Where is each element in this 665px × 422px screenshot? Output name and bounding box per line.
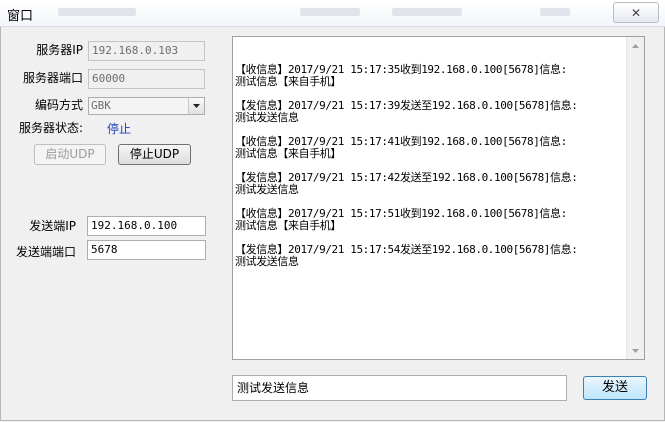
log-message: 【发信息】2017/9/21 15:17:42发送至192.168.0.100[…: [235, 171, 578, 196]
title-bar-blur: [392, 8, 462, 16]
title-bar-blur: [540, 8, 570, 16]
title-bar-blur: [300, 8, 360, 16]
send-port-field[interactable]: 5678: [87, 240, 206, 260]
server-status-label: 服务器状态:: [18, 121, 83, 135]
send-message-input[interactable]: 测试发送信息: [232, 375, 567, 401]
title-bar: 窗口 ✕: [0, 0, 665, 27]
start-udp-button[interactable]: 启动UDP: [34, 144, 106, 165]
log-message: 【发信息】2017/9/21 15:17:39发送至192.168.0.100[…: [235, 99, 578, 124]
arrow-down-icon: [632, 348, 639, 353]
send-port-label: 发送端端口: [15, 245, 76, 259]
close-icon: ✕: [630, 5, 642, 20]
log-message: 【发信息】2017/9/21 15:17:54发送至192.168.0.100[…: [235, 243, 578, 268]
close-button[interactable]: ✕: [613, 2, 659, 23]
send-button[interactable]: 发送: [583, 376, 647, 400]
send-ip-label: 发送端IP: [29, 219, 76, 233]
encoding-select[interactable]: GBK: [88, 97, 205, 115]
message-log[interactable]: 【收信息】2017/9/21 15:17:35收到192.168.0.100[5…: [232, 36, 645, 360]
scroll-down-button[interactable]: [627, 342, 644, 359]
log-message: 【收信息】2017/9/21 15:17:51收到192.168.0.100[5…: [235, 207, 567, 232]
send-ip-field[interactable]: 192.168.0.100: [87, 216, 206, 236]
server-ip-field[interactable]: 192.168.0.103: [88, 41, 205, 61]
server-ip-label: 服务器IP: [36, 43, 83, 57]
log-message: 【收信息】2017/9/21 15:17:35收到192.168.0.100[5…: [235, 63, 567, 88]
log-scrollbar[interactable]: [626, 37, 644, 359]
stop-udp-button[interactable]: 停止UDP: [118, 144, 191, 165]
encoding-value: GBK: [91, 99, 111, 112]
encoding-label: 编码方式: [34, 98, 83, 112]
message-list: 【收信息】2017/9/21 15:17:35收到192.168.0.100[5…: [235, 64, 627, 280]
log-message: 【收信息】2017/9/21 15:17:41收到192.168.0.100[5…: [235, 135, 567, 160]
server-status-value: 停止: [107, 122, 132, 136]
server-port-label: 服务器端口: [22, 71, 83, 85]
title-bar-blur: [58, 8, 136, 16]
chevron-down-icon: [193, 104, 200, 108]
window-title: 窗口: [7, 9, 34, 24]
arrow-up-icon: [632, 43, 639, 48]
dropdown-arrow[interactable]: [188, 98, 204, 114]
server-port-field[interactable]: 60000: [88, 69, 205, 89]
scroll-up-button[interactable]: [627, 37, 644, 54]
